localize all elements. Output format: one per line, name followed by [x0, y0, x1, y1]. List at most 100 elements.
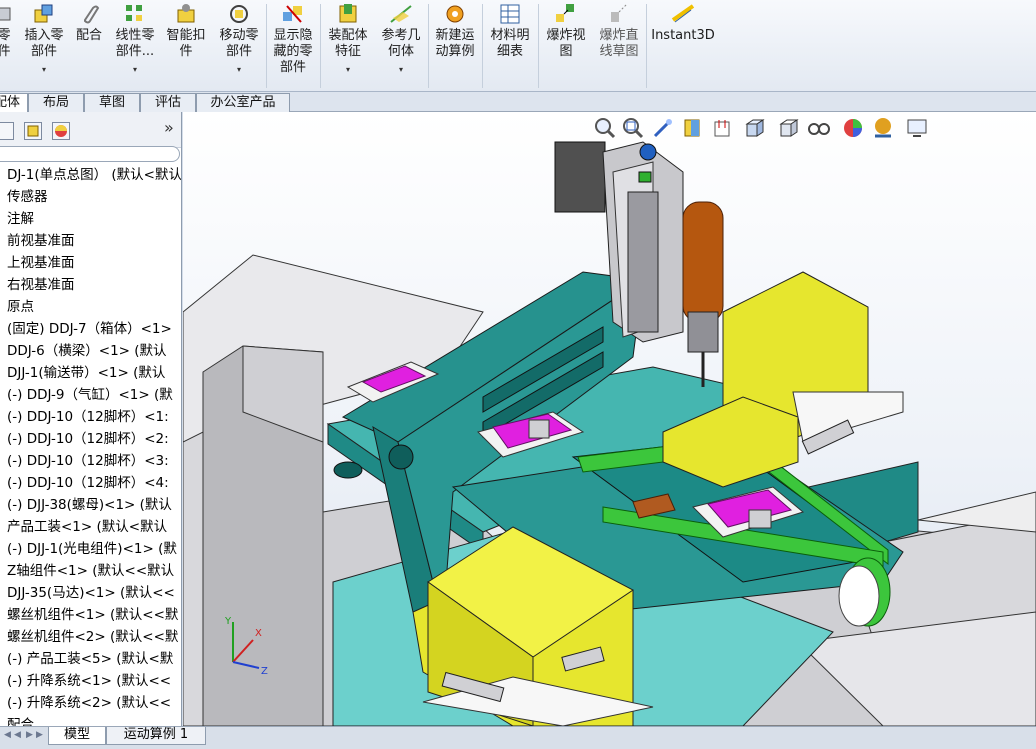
property-manager-icon[interactable] — [24, 122, 42, 140]
chevron-down-icon[interactable]: ▾ — [214, 62, 264, 78]
ribbon-label: 配合 — [75, 28, 102, 43]
prev-tab-icon[interactable]: ◀ — [14, 730, 22, 742]
tree-item[interactable]: DJJ-1(输送带）<1> (默认 — [0, 362, 181, 384]
ribbon-label: 线性零 部件... — [115, 28, 155, 59]
tree-filter-input[interactable] — [0, 146, 180, 162]
sensor-green — [638, 171, 652, 183]
explode-line-sketch-button[interactable]: 爆炸直 线草图 — [594, 0, 644, 88]
insert-component-button[interactable]: 插入零 部件 ▾ — [20, 0, 68, 88]
assembly-features-button[interactable]: 装配体 特征 ▾ — [322, 0, 374, 88]
reference-geometry-button[interactable]: 参考几 何体 ▾ — [376, 0, 426, 88]
feature-manager-tree: » DJ-1(单点总图） (默认<默认 传感器 注解 前视基准面 上视基准面 右视基准面原… — [0, 112, 182, 726]
exploded-view-button[interactable]: 爆炸视 图 — [540, 0, 592, 88]
chevron-down-icon[interactable]: ▾ — [110, 62, 160, 78]
ribbon-separator — [482, 4, 483, 88]
ribbon-label: 移动零 部件 — [219, 28, 259, 59]
tree-item[interactable]: DJ-1(单点总图） (默认<默认 — [0, 164, 181, 186]
tree-item[interactable]: 右视基准面 — [0, 274, 181, 296]
tree-item[interactable]: (-) DDJ-10（12脚杯）<1: — [0, 406, 181, 428]
feature-tree-tab-icon[interactable] — [0, 122, 14, 140]
tree-item[interactable]: (-) DDJ-9（气缸）<1> (默 — [0, 384, 181, 406]
ribbon-label: 零 件 — [0, 28, 11, 59]
tab-assembly[interactable]: 配体 — [0, 93, 28, 112]
tree-item[interactable]: DJJ-35(马达)<1> (默认<< — [0, 582, 181, 604]
tab-model[interactable]: 模型 — [48, 727, 106, 745]
instant3d-button[interactable]: Instant3D — [648, 0, 718, 88]
last-tab-icon[interactable]: ▶ — [36, 730, 44, 742]
chevron-down-icon[interactable]: ▾ — [20, 62, 68, 78]
exploded-view-icon — [554, 2, 578, 26]
smart-fasteners-button[interactable]: 智能扣 件 — [162, 0, 210, 88]
ribbon-label: 材料明 细表 — [490, 28, 530, 59]
tree-item[interactable]: (-) 产品工装<5> (默认<默 — [0, 648, 181, 670]
tree-item[interactable]: (-) DDJ-10（12脚杯）<3: — [0, 450, 181, 472]
command-manager-tabs: 配体 布局 草图 评估 办公室产品 — [0, 92, 1036, 112]
tree-item[interactable]: 螺丝机组件<1> (默认<<默 — [0, 604, 181, 626]
show-hidden-components-button[interactable]: 显示隐 藏的零 部件 — [268, 0, 318, 88]
instant3d-icon — [671, 2, 695, 26]
tab-layout[interactable]: 布局 — [28, 93, 84, 112]
tree-item[interactable]: DDJ-6（横梁）<1> (默认 — [0, 340, 181, 362]
frame-right-top — [917, 491, 1036, 533]
tree-item[interactable]: 传感器 — [0, 186, 181, 208]
ribbon-label: 装配体 特征 — [328, 28, 368, 59]
tree-item[interactable]: 螺丝机组件<2> (默认<<默 — [0, 626, 181, 648]
table-icon — [498, 2, 522, 26]
tree-item[interactable]: (-) DDJ-10（12脚杯）<2: — [0, 428, 181, 450]
conveyor-pulley-face — [838, 565, 880, 627]
sensor-blue — [639, 143, 657, 161]
tree-item[interactable]: (固定) DDJ-7（箱体）<1> — [0, 318, 181, 340]
collapse-panel-icon[interactable]: » — [164, 118, 174, 137]
ribbon-separator — [428, 4, 429, 88]
linear-component-pattern-button[interactable]: 线性零 部件... ▾ — [110, 0, 160, 88]
tab-motion-study-1[interactable]: 运动算例 1 — [106, 727, 206, 745]
fixture-2-component — [528, 419, 550, 439]
triad-x-label: X — [255, 628, 262, 639]
tree-item[interactable]: Z轴组件<1> (默认<<默认 — [0, 560, 181, 582]
bill-of-materials-button[interactable]: 材料明 细表 — [484, 0, 536, 88]
ribbon-separator — [266, 4, 267, 88]
show-hidden-icon — [281, 2, 305, 26]
ribbon-label: 显示隐 藏的零 部件 — [273, 28, 313, 75]
new-motion-study-button[interactable]: 新建运 动算例 — [430, 0, 480, 88]
tree-item[interactable]: 原点 — [0, 296, 181, 318]
motion-study-icon — [443, 2, 467, 26]
command-manager-ribbon: 零 件 插入零 部件 ▾ 配合 线性零 部件... ▾ 智能扣 件 移动零 部件… — [0, 0, 1036, 92]
ribbon-label: 插入零 部件 — [24, 28, 64, 59]
tab-sketch[interactable]: 草图 — [84, 93, 140, 112]
tree-item[interactable]: (-) DJJ-1(光电组件)<1> (默 — [0, 538, 181, 560]
chevron-down-icon[interactable]: ▾ — [322, 62, 374, 78]
display-manager-icon[interactable] — [52, 122, 70, 140]
chevron-down-icon[interactable]: ▾ — [376, 62, 426, 78]
mate-button[interactable]: 配合 — [72, 0, 106, 88]
tree-item[interactable]: 配合 — [0, 714, 181, 726]
tree-item[interactable]: 产品工装<1> (默认<默认 — [0, 516, 181, 538]
ribbon-new-part-button[interactable]: 零 件 — [0, 0, 18, 88]
ribbon-label: 智能扣 件 — [166, 28, 206, 59]
ribbon-label: 参考几 何体 — [381, 28, 421, 59]
ribbon-label: 爆炸视 图 — [546, 28, 586, 59]
tree-item[interactable]: (-) DDJ-10（12脚杯）<4: — [0, 472, 181, 494]
tree-item[interactable]: 上视基准面 — [0, 252, 181, 274]
assembly-model[interactable]: Y X Z — [183, 112, 1036, 726]
tree-item[interactable]: (-) 升降系统<1> (默认<< — [0, 670, 181, 692]
move-component-button[interactable]: 移动零 部件 ▾ — [214, 0, 264, 88]
screwdriver-chuck — [687, 311, 719, 353]
tree-item[interactable]: 注解 — [0, 208, 181, 230]
motor — [554, 141, 606, 213]
move-component-icon — [227, 2, 251, 26]
tree-item[interactable]: 前视基准面 — [0, 230, 181, 252]
tree-item[interactable]: (-) DJJ-38(螺母)<1> (默认 — [0, 494, 181, 516]
first-tab-icon[interactable]: ◀ — [4, 730, 12, 742]
tree-item[interactable]: (-) 升降系统<2> (默认<< — [0, 692, 181, 714]
tab-evaluate[interactable]: 评估 — [140, 93, 196, 112]
triad-y-label: Y — [224, 616, 232, 627]
tab-office-products[interactable]: 办公室产品 — [196, 93, 290, 112]
ribbon-label: 爆炸直 线草图 — [599, 28, 639, 59]
graphics-area[interactable]: Y X Z — [183, 112, 1036, 726]
explode-line-sketch-icon — [607, 2, 631, 26]
next-tab-icon[interactable]: ▶ — [26, 730, 34, 742]
assembly-features-icon — [336, 2, 360, 26]
crossbeam-oval-hole — [333, 461, 363, 479]
ribbon-separator — [646, 4, 647, 88]
